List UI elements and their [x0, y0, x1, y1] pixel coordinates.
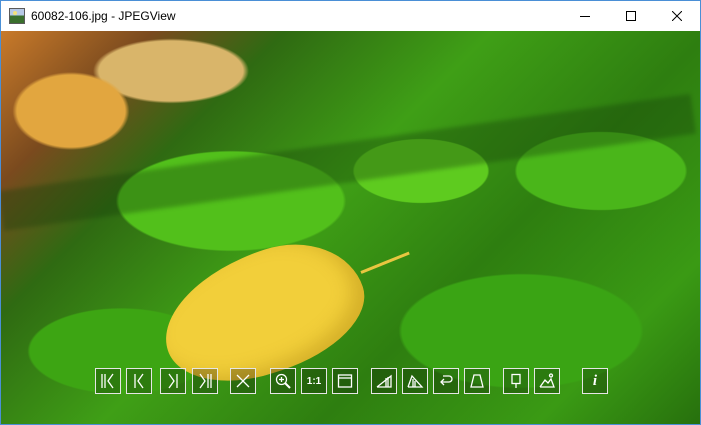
- zoom-1to1-button[interactable]: 1:1: [301, 368, 327, 394]
- rotate-left-icon: [376, 374, 392, 388]
- delete-button[interactable]: [230, 368, 256, 394]
- next-image-button[interactable]: [160, 368, 186, 394]
- fit-to-window-button[interactable]: [332, 368, 358, 394]
- title-bar[interactable]: 60082-106.jpg - JPEGView: [1, 1, 700, 31]
- last-image-icon: [199, 373, 212, 389]
- zoom-button[interactable]: [270, 368, 296, 394]
- app-icon: [9, 8, 25, 24]
- close-button[interactable]: [654, 1, 700, 31]
- landscape-enhance-button[interactable]: [534, 368, 560, 394]
- keep-params-icon: [511, 373, 521, 388]
- close-icon: [672, 11, 682, 21]
- info-button[interactable]: i: [582, 368, 608, 394]
- info-icon: i: [592, 372, 598, 389]
- previous-image-icon: [134, 373, 144, 389]
- rotate-arrow-button[interactable]: [433, 368, 459, 394]
- window-controls: [562, 1, 700, 31]
- leaf-stem: [360, 251, 410, 274]
- navigation-toolbar: 1:1 i: [1, 368, 700, 396]
- minimize-icon: [580, 16, 590, 17]
- perspective-button[interactable]: [464, 368, 490, 394]
- perspective-icon: [470, 374, 484, 388]
- minimize-button[interactable]: [562, 1, 608, 31]
- keep-params-button[interactable]: [503, 368, 529, 394]
- first-image-button[interactable]: [95, 368, 121, 394]
- delete-icon: [236, 374, 250, 388]
- rotate-right-icon: [407, 374, 424, 388]
- image-viewport[interactable]: 1:1 i: [1, 31, 700, 424]
- rotate-left-button[interactable]: [371, 368, 397, 394]
- rotate-arrow-icon: [440, 375, 453, 386]
- rotate-right-button[interactable]: [402, 368, 428, 394]
- landscape-enhance-icon: [539, 373, 555, 388]
- maximize-button[interactable]: [608, 1, 654, 31]
- maximize-icon: [626, 11, 636, 21]
- next-image-icon: [168, 373, 178, 389]
- first-image-icon: [101, 373, 114, 389]
- moss-shadow: [1, 93, 696, 231]
- zoom-1to1-label: 1:1: [306, 375, 322, 387]
- previous-image-button[interactable]: [126, 368, 152, 394]
- jpegview-window: 60082-106.jpg - JPEGView 1:1 i: [0, 0, 701, 425]
- zoom-icon: [275, 373, 291, 389]
- fit-to-window-icon: [337, 374, 353, 388]
- window-title: 60082-106.jpg - JPEGView: [31, 9, 176, 23]
- last-image-button[interactable]: [192, 368, 218, 394]
